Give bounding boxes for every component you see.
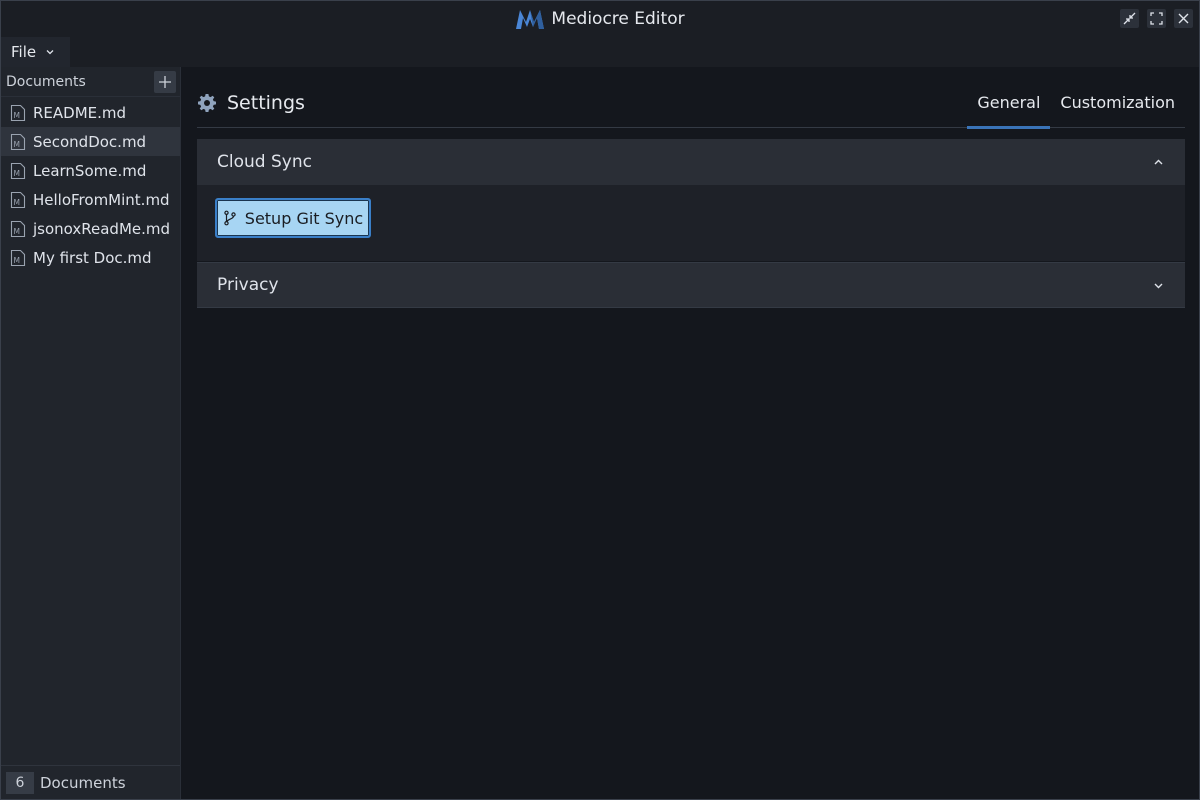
title-bar[interactable]: Mediocre Editor (1, 1, 1199, 37)
markdown-file-icon: M (10, 162, 26, 179)
svg-text:M: M (14, 140, 20, 149)
gear-icon (198, 94, 216, 112)
window-title: Mediocre Editor (551, 9, 685, 29)
svg-text:M: M (14, 198, 20, 207)
close-icon (1178, 13, 1189, 24)
document-item[interactable]: M LearnSome.md (1, 156, 180, 185)
document-item[interactable]: M jsonoxReadMe.md (1, 214, 180, 243)
document-item[interactable]: M SecondDoc.md (1, 127, 180, 156)
chevron-up-icon (1154, 159, 1163, 164)
close-button[interactable] (1174, 9, 1193, 28)
document-list: M README.md M SecondDoc.md M LearnSome.m… (1, 97, 180, 272)
tab-general[interactable]: General (967, 81, 1051, 129)
markdown-file-icon: M (10, 191, 26, 208)
svg-text:M: M (14, 227, 20, 236)
document-name: LearnSome.md (33, 161, 147, 180)
svg-text:M: M (14, 169, 20, 178)
window-controls (1120, 9, 1193, 28)
setup-git-sync-label: Setup Git Sync (244, 208, 364, 228)
markdown-file-icon: M (10, 220, 26, 237)
sidebar-header: Documents (1, 67, 180, 97)
plus-icon (159, 75, 171, 88)
svg-text:M: M (14, 111, 20, 120)
svg-text:M: M (14, 256, 20, 265)
chevron-down-icon (46, 50, 54, 55)
document-count-badge: 6 (6, 772, 34, 794)
settings-tabs: General Customization (967, 81, 1185, 129)
settings-header: Settings General Customization (197, 81, 1185, 129)
document-name: jsonoxReadMe.md (33, 219, 171, 238)
settings-accordion: Cloud Sync Setup Git Sync Privacy (197, 139, 1185, 308)
git-branch-icon (224, 210, 236, 226)
add-document-button[interactable] (154, 70, 176, 93)
document-name: My first Doc.md (33, 248, 152, 267)
cloud-sync-section-header[interactable]: Cloud Sync (197, 139, 1185, 185)
document-name: README.md (33, 103, 127, 122)
maximize-button[interactable] (1147, 9, 1166, 28)
app-logo-icon (516, 10, 545, 29)
document-item[interactable]: M README.md (1, 98, 180, 127)
settings-title: Settings (227, 92, 305, 114)
cloud-sync-section-body: Setup Git Sync (197, 185, 1185, 262)
minimize-icon (1123, 12, 1136, 25)
setup-git-sync-button[interactable]: Setup Git Sync (215, 198, 371, 238)
file-menu[interactable]: File (1, 37, 70, 67)
document-name: HelloFromMint.md (33, 190, 170, 209)
privacy-section-header[interactable]: Privacy (197, 262, 1185, 308)
app-title: Mediocre Editor (515, 8, 685, 30)
markdown-file-icon: M (10, 104, 26, 121)
document-name: SecondDoc.md (33, 132, 147, 151)
documents-sidebar: Documents M README.md M SecondDoc.md M L… (1, 67, 181, 799)
section-title: Privacy (217, 275, 279, 295)
page-title: Settings (197, 92, 305, 114)
markdown-file-icon: M (10, 249, 26, 266)
menu-bar: File (1, 37, 1199, 67)
sidebar-title: Documents (6, 73, 86, 90)
tab-customization[interactable]: Customization (1050, 81, 1185, 129)
document-item[interactable]: M HelloFromMint.md (1, 185, 180, 214)
document-item[interactable]: M My first Doc.md (1, 243, 180, 272)
settings-panel: Settings General Customization Cloud Syn… (182, 67, 1199, 799)
minimize-button[interactable] (1120, 9, 1139, 28)
document-count-label: Documents (40, 774, 126, 792)
file-menu-label: File (11, 43, 37, 61)
maximize-icon (1150, 12, 1163, 25)
section-title: Cloud Sync (217, 152, 312, 172)
app-window: Mediocre Editor File Documents M README.… (0, 0, 1200, 800)
sidebar-footer: 6 Documents (1, 765, 180, 799)
markdown-file-icon: M (10, 133, 26, 150)
chevron-down-icon (1154, 283, 1163, 288)
